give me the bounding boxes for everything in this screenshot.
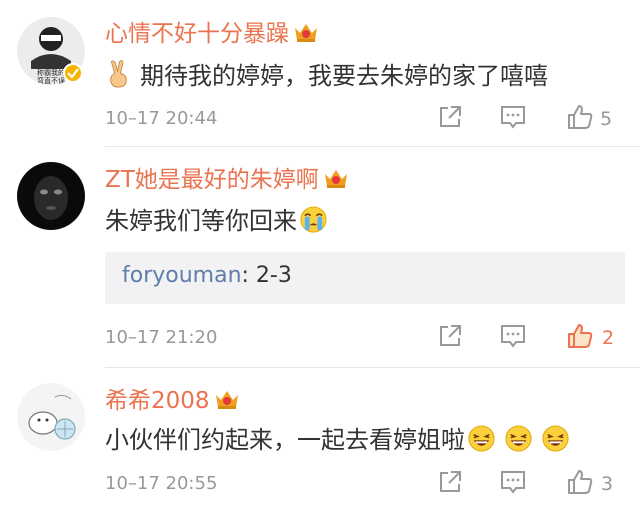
comment-button[interactable] [500, 323, 530, 353]
share-icon [440, 471, 461, 492]
avatar-hamster-sketch-icon [17, 383, 85, 451]
crown-badge-icon [295, 24, 317, 42]
comment-item: ZT她是最好的朱婷啊 朱婷我们等你回来 foryouman: 2-3 10–17… [0, 147, 640, 367]
username-text[interactable]: 心情不好十分暴躁 [105, 21, 289, 47]
reply-box[interactable]: foryouman: 2-3 [105, 252, 625, 304]
victory-hand-emoji-icon [110, 60, 127, 88]
comment-icon [501, 106, 525, 129]
comment-time: 10–17 21:20 [105, 327, 218, 348]
like-icon [568, 470, 593, 494]
comment-text-body: 期待我的婷婷，我要去朱婷的家了嘻嘻 [140, 62, 548, 90]
crown-badge-icon [215, 391, 238, 409]
share-button[interactable] [437, 104, 467, 134]
laughing-face-emoji-icon [468, 425, 495, 452]
laughing-face-emoji-icon [505, 425, 532, 452]
comment-text-body: 朱婷我们等你回来 [105, 207, 297, 235]
share-icon [440, 106, 461, 127]
like-icon [568, 105, 593, 129]
share-button[interactable] [437, 323, 467, 353]
comment-item: 希希2008 小伙伴们约起来，一起去看婷姐啦 10–17 20:55 3 [0, 368, 640, 515]
comment-icon [501, 325, 525, 348]
share-icon [440, 325, 461, 346]
like-count: 3 [601, 473, 614, 495]
like-button[interactable] [567, 323, 597, 353]
avatar[interactable] [17, 162, 85, 230]
comment-button[interactable] [500, 104, 530, 134]
comment-button[interactable] [500, 469, 530, 499]
reply-username[interactable]: foryouman [122, 263, 242, 288]
like-icon-active [568, 324, 593, 348]
username-text[interactable]: ZT她是最好的朱婷啊 [105, 167, 319, 193]
crying-face-emoji-icon [300, 206, 327, 233]
laughing-face-emoji-icon [542, 425, 569, 452]
username[interactable]: 希希2008 [105, 387, 240, 415]
like-count: 5 [600, 108, 613, 130]
svg-text:称霸我的: 称霸我的 [37, 68, 65, 77]
comment-text: 小伙伴们约起来，一起去看婷姐啦 [105, 424, 570, 455]
comment-icon [501, 471, 525, 494]
verified-badge-icon [63, 63, 83, 83]
username[interactable]: 心情不好十分暴躁 [105, 20, 319, 48]
comment-item: 称霸我的 弯直不误 心情不好十分暴躁 期待我的婷婷，我要去朱婷的家了嘻嘻 10–… [0, 0, 640, 145]
crown-badge-icon [324, 170, 347, 188]
like-button[interactable] [567, 104, 597, 134]
avatar-dark-face-icon [17, 162, 85, 230]
comment-time: 10–17 20:44 [105, 108, 218, 129]
comment-time: 10–17 20:55 [105, 473, 218, 494]
like-button[interactable] [567, 469, 597, 499]
avatar[interactable] [17, 383, 85, 451]
comment-text: 期待我的婷婷，我要去朱婷的家了嘻嘻 [105, 60, 548, 91]
username-text[interactable]: 希希2008 [105, 388, 210, 414]
svg-text:弯直不误: 弯直不误 [37, 76, 65, 85]
like-count: 2 [602, 327, 615, 349]
username[interactable]: ZT她是最好的朱婷啊 [105, 166, 349, 194]
comment-text: 朱婷我们等你回来 [105, 205, 328, 236]
reply-body: : 2-3 [241, 263, 292, 288]
share-button[interactable] [437, 469, 467, 499]
comment-text-body: 小伙伴们约起来，一起去看婷姐啦 [105, 426, 465, 454]
reply-text: foryouman: 2-3 [122, 263, 292, 288]
